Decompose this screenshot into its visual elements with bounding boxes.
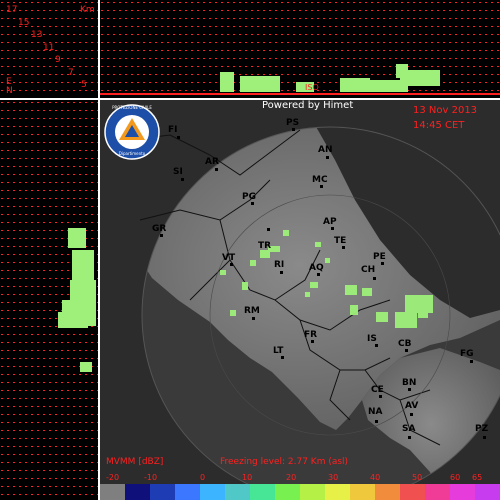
ns-echo-cell: [58, 312, 88, 328]
city-label-aq: AQ: [309, 263, 324, 273]
city-label-ap: AP: [323, 217, 337, 227]
colorbar-swatch-yellow: [325, 484, 351, 500]
height-tick-11: 11: [43, 43, 55, 53]
city-label-pg: PG: [242, 192, 256, 202]
freezing-level-marker: ISO: [305, 83, 319, 92]
we-echo-cell: [340, 78, 370, 92]
radar-display: Km 17 15 13 11 9 7 5 E N ISO FI PS AN AR…: [0, 0, 500, 500]
city-label-fr: FR: [304, 330, 318, 340]
timestamp-time: 14:45 CET: [413, 120, 465, 131]
colorbar-swatches: [100, 484, 500, 500]
radar-map: FI PS AN AR SI MC PG GR AP TE TR PE VT R…: [100, 100, 500, 500]
colorbar-swatch-orange-yellow: [350, 484, 376, 500]
protezione-civile-logo: PROTEZIONE CIVILE Dipartimento: [104, 104, 160, 160]
colorbar-tick-label: 10: [242, 473, 253, 482]
colorbar-tick-label: 30: [328, 473, 339, 482]
ns-echo-cell: [72, 250, 94, 280]
colorbar-tick-label: -10: [144, 473, 158, 482]
city-label-rm: RM: [244, 306, 260, 316]
ns-echo-cell: [70, 280, 96, 302]
colorbar-swatch-red: [400, 484, 426, 500]
colorbar-swatch-orange: [375, 484, 401, 500]
city-label-ch: CH: [361, 265, 376, 275]
city-label-ce: CE: [371, 385, 384, 395]
colorbar-swatch-sky: [200, 484, 226, 500]
city-label-cb: CB: [398, 339, 412, 349]
ns-echo-cell: [80, 362, 92, 372]
city-label-te: TE: [334, 236, 347, 246]
we-cross-section: ISO: [100, 0, 500, 100]
colorbar-tick-label: 20: [286, 473, 297, 482]
city-label-ri: RI: [274, 260, 285, 270]
map-canvas: [129, 126, 500, 500]
colorbar-swatch-light-green: [300, 484, 326, 500]
we-echo-cell: [240, 76, 280, 92]
colorbar-tick-label: 40: [370, 473, 381, 482]
ns-cross-section: [0, 100, 100, 500]
city-label-an: AN: [318, 145, 333, 155]
city-label-gr: GR: [152, 224, 167, 234]
city-label-sa: SA: [402, 424, 416, 434]
logo-text-top: PROTEZIONE CIVILE: [112, 105, 152, 110]
colorbar-tick-label: 60: [450, 473, 461, 482]
we-echo-cell: [220, 72, 234, 92]
colorbar-tick-label: -20: [106, 473, 120, 482]
colorbar: [100, 484, 500, 500]
colorbar-tick-label: 50: [412, 473, 423, 482]
colorbar-swatch-pink: [425, 484, 451, 500]
height-unit-label: Km: [80, 5, 95, 15]
colorbar-labels: -20 -10 0 10 20 30 40 50 60 65: [100, 473, 500, 484]
city-label-tr: TR: [258, 241, 272, 251]
colorbar-swatch-aqua-green: [250, 484, 276, 500]
city-label-mc: MC: [312, 175, 328, 185]
city-label-fi: FI: [168, 125, 178, 135]
colorbar-tick-label: 65: [472, 473, 483, 482]
height-tick-17: 17: [6, 5, 18, 15]
we-echo-cell: [420, 70, 440, 80]
logo-text-bottom: Dipartimento: [118, 151, 146, 156]
colorbar-swatch-violet: [475, 484, 500, 500]
height-tick-13: 13: [31, 30, 43, 40]
city-label-av: AV: [405, 401, 419, 411]
city-label-vt: VT: [222, 253, 236, 263]
ns-echo-cell: [68, 228, 86, 248]
timestamp-date: 13 Nov 2013: [413, 105, 478, 116]
colorbar-swatch-dark-blue: [150, 484, 176, 500]
city-label-lt: LT: [273, 346, 284, 356]
city-label-pe: PE: [373, 252, 386, 262]
colorbar-swatch-cyan: [225, 484, 251, 500]
freezing-level-label: Freezing level: 2.77 Km (asl): [220, 457, 349, 467]
colorbar-swatch-blue: [175, 484, 201, 500]
city-label-bn: BN: [402, 378, 417, 388]
colorbar-swatch-green: [275, 484, 301, 500]
colorbar-swatch-magenta: [450, 484, 476, 500]
city-label-na: NA: [368, 407, 383, 417]
height-tick-7: 7: [68, 68, 74, 78]
colorbar-swatch-navy: [125, 484, 151, 500]
product-label: MVMM [dBZ]: [106, 457, 164, 467]
city-label-fg: FG: [460, 349, 474, 359]
city-label-pz: PZ: [475, 424, 489, 434]
colorbar-tick-label: 0: [200, 473, 206, 482]
colorbar-swatch-gray: [100, 484, 126, 500]
corner-label-n: N: [6, 86, 13, 96]
city-label-is: IS: [367, 334, 377, 344]
height-tick-9: 9: [55, 55, 61, 65]
city-label-si: SI: [173, 167, 183, 177]
height-scale-panel: Km 17 15 13 11 9 7 5 E N: [0, 0, 100, 100]
city-label-ps: PS: [286, 118, 300, 128]
city-label-ar: AR: [205, 157, 219, 167]
height-tick-15: 15: [18, 18, 30, 28]
height-tick-5: 5: [81, 80, 87, 90]
powered-by-label: Powered by Himet: [262, 100, 354, 111]
